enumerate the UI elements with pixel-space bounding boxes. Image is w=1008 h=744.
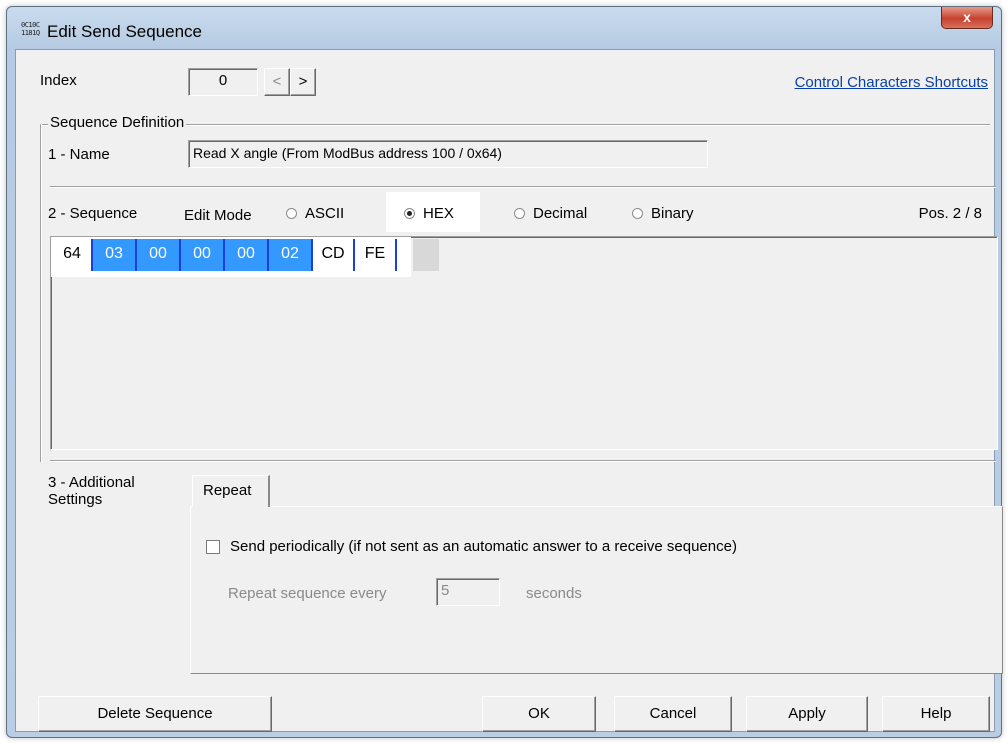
app-icon: 0C10C 1181Q [21,21,43,39]
repeat-sequence-label: Repeat sequence every [228,585,387,602]
chevron-right-icon: > [298,73,308,90]
byte-cell[interactable]: FE [355,239,397,271]
radio-selected-icon [404,208,415,219]
byte-cell[interactable]: 03 [93,239,137,271]
tab-repeat[interactable]: Repeat [192,475,270,507]
radio-icon [514,208,525,219]
mode-label-binary: Binary [651,205,694,222]
send-periodically-label[interactable]: Send periodically (if not sent as an aut… [230,538,737,555]
help-label: Help [920,705,952,722]
radio-icon [286,208,297,219]
byte-cursor-slot[interactable] [413,239,439,271]
additional-label-line1: 3 - Additional [48,474,135,491]
window-title: Edit Send Sequence [47,22,203,41]
mode-radio-ascii[interactable]: ASCII [286,205,344,222]
byte-cell[interactable]: 00 [181,239,225,271]
apply-button[interactable]: Apply [746,696,868,732]
mode-label-ascii: ASCII [305,205,345,222]
cancel-label: Cancel [649,705,697,722]
edit-send-sequence-window: 0C10C 1181Q Edit Send Sequence x Index 0… [6,6,1003,738]
repeat-interval-value: 5 [441,582,450,599]
additional-label-line2: Settings [48,491,103,508]
repeat-interval-input[interactable]: 5 [436,578,500,606]
sequence-label: 2 - Sequence [48,205,138,222]
additional-settings-label: 3 - Additional Settings [48,474,135,508]
repeat-unit-label: seconds [526,585,582,602]
chevron-left-icon: < [272,73,282,90]
index-value: 0 [218,72,228,89]
ok-label: OK [528,705,550,722]
tab-repeat-label: Repeat [203,482,252,499]
group-frame-left [40,124,42,462]
sequence-definition-group-label: Sequence Definition [48,114,187,131]
mode-radio-hex[interactable]: HEX [404,205,454,222]
byte-cell[interactable]: 00 [137,239,181,271]
index-label: Index [40,72,77,89]
byte-cell[interactable]: CD [313,239,355,271]
index-prev-button[interactable]: < [264,68,290,96]
control-characters-shortcuts-link[interactable]: Control Characters Shortcuts [795,74,988,91]
divider-1 [50,186,996,188]
index-field[interactable]: 0 [188,68,258,96]
name-label: 1 - Name [48,146,110,163]
help-button[interactable]: Help [882,696,990,732]
delete-sequence-label: Delete Sequence [97,705,213,722]
sequence-editor[interactable]: 64 03 00 00 00 02 CD FE [50,236,998,450]
byte-cell[interactable]: 00 [225,239,269,271]
byte-cell[interactable]: 02 [269,239,313,271]
divider-2 [50,460,996,462]
edit-mode-label: Edit Mode [184,207,252,224]
send-periodically-checkbox[interactable] [206,540,220,554]
cancel-button[interactable]: Cancel [614,696,732,732]
close-button[interactable]: x [941,7,993,29]
close-icon: x [963,9,971,25]
delete-sequence-button[interactable]: Delete Sequence [38,696,272,732]
position-indicator: Pos. 2 / 8 [918,205,982,222]
radio-icon [632,208,643,219]
dialog-client-area: Index 0 < > Control Characters Shortcuts… [15,49,1003,732]
name-value: Read X angle (From ModBus address 100 / … [193,145,502,161]
ok-button[interactable]: OK [482,696,596,732]
mode-radio-decimal[interactable]: Decimal [514,205,587,222]
mode-label-decimal: Decimal [533,205,588,222]
app-icon-text: 0C10C 1181Q [21,21,40,37]
byte-cell[interactable]: 64 [53,239,93,271]
mode-label-hex: HEX [423,205,454,222]
apply-label: Apply [788,705,826,722]
name-input[interactable]: Read X angle (From ModBus address 100 / … [188,140,708,168]
mode-radio-binary[interactable]: Binary [632,205,694,222]
title-bar[interactable]: 0C10C 1181Q Edit Send Sequence x [7,7,1001,53]
index-next-button[interactable]: > [290,68,316,96]
